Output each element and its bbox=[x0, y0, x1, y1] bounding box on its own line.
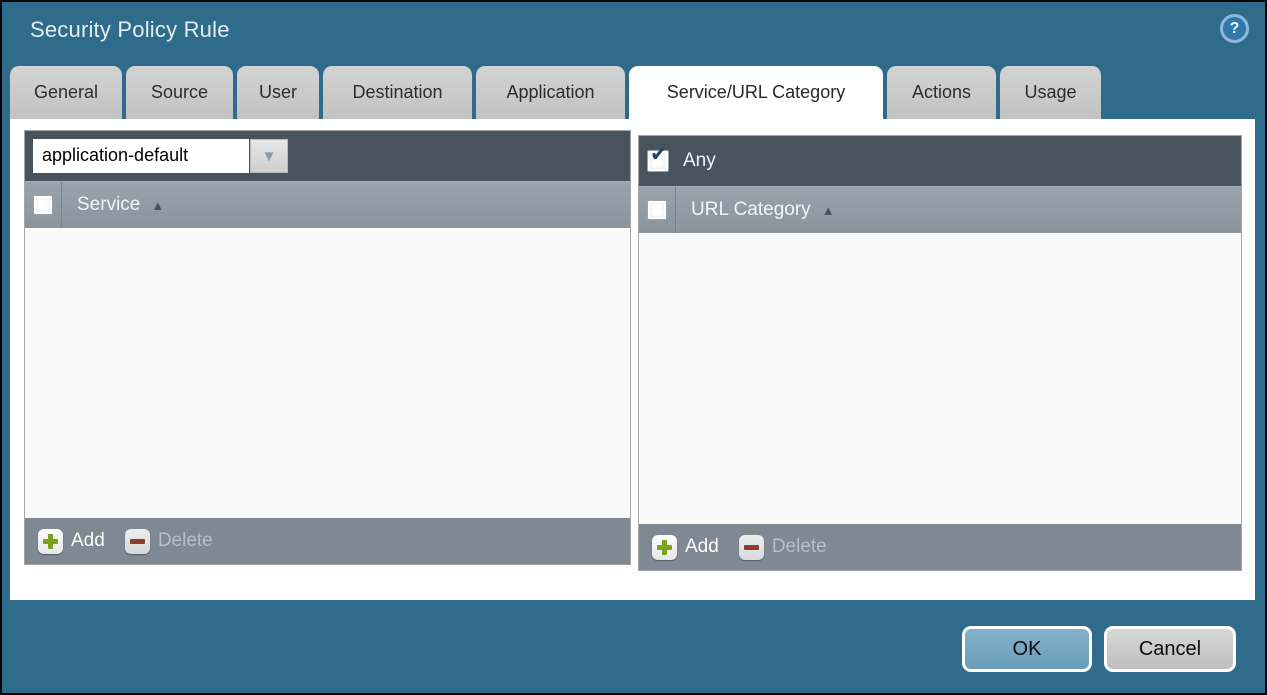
url-category-panel-footer: Add Delete bbox=[639, 524, 1241, 570]
tab-label: Application bbox=[506, 82, 594, 103]
cancel-button[interactable]: Cancel bbox=[1104, 626, 1236, 672]
service-column-label: Service bbox=[77, 194, 140, 216]
service-delete-button[interactable]: Delete bbox=[125, 529, 213, 554]
security-policy-rule-dialog: Security Policy Rule ? General Source Us… bbox=[0, 0, 1267, 695]
add-label: Add bbox=[685, 536, 719, 558]
chevron-down-icon: ▼ bbox=[262, 148, 277, 165]
url-category-select-all-checkbox[interactable] bbox=[647, 200, 667, 220]
service-select-all-cell bbox=[25, 182, 62, 228]
delete-label: Delete bbox=[158, 530, 213, 552]
tab-label: Service/URL Category bbox=[667, 82, 845, 103]
add-label: Add bbox=[71, 530, 105, 552]
checkmark-icon: ✔ bbox=[650, 144, 668, 165]
tab-service-url-category[interactable]: Service/URL Category bbox=[629, 66, 883, 119]
service-panel: application-default ▼ Service ▲ Add bbox=[24, 130, 631, 565]
service-panel-footer: Add Delete bbox=[25, 518, 630, 564]
url-category-add-button[interactable]: Add bbox=[652, 535, 719, 560]
tab-source[interactable]: Source bbox=[126, 66, 233, 119]
plus-icon bbox=[38, 529, 63, 554]
service-type-value[interactable]: application-default bbox=[33, 139, 249, 173]
ok-label: OK bbox=[1013, 638, 1042, 661]
minus-icon bbox=[739, 535, 764, 560]
service-panel-header: application-default ▼ bbox=[25, 131, 630, 181]
url-category-list bbox=[639, 233, 1241, 524]
any-label: Any bbox=[683, 150, 716, 172]
cancel-label: Cancel bbox=[1139, 638, 1201, 661]
tab-user[interactable]: User bbox=[237, 66, 319, 119]
url-category-select-all-cell bbox=[639, 187, 676, 233]
tab-label: General bbox=[34, 82, 98, 103]
tab-content-area: application-default ▼ Service ▲ Add bbox=[10, 119, 1255, 600]
url-category-delete-button[interactable]: Delete bbox=[739, 535, 827, 560]
tab-label: Actions bbox=[912, 82, 971, 103]
sort-ascending-icon: ▲ bbox=[822, 203, 835, 218]
ok-button[interactable]: OK bbox=[962, 626, 1092, 672]
tab-label: User bbox=[259, 82, 297, 103]
tab-general[interactable]: General bbox=[10, 66, 122, 119]
help-icon[interactable]: ? bbox=[1220, 14, 1249, 43]
any-checkbox[interactable]: ✔ bbox=[647, 150, 669, 172]
url-category-column-label: URL Category bbox=[691, 199, 811, 221]
tab-label: Source bbox=[151, 82, 208, 103]
plus-icon bbox=[652, 535, 677, 560]
delete-label: Delete bbox=[772, 536, 827, 558]
tab-bar: General Source User Destination Applicat… bbox=[10, 66, 1101, 119]
sort-ascending-icon: ▲ bbox=[151, 198, 164, 213]
url-category-panel: ✔ Any URL Category ▲ Add Delete bbox=[638, 135, 1242, 571]
tab-application[interactable]: Application bbox=[476, 66, 625, 119]
service-select-all-checkbox[interactable] bbox=[33, 195, 53, 215]
dialog-title: Security Policy Rule bbox=[30, 17, 230, 43]
service-column-header[interactable]: Service ▲ bbox=[25, 181, 630, 228]
url-category-column-header[interactable]: URL Category ▲ bbox=[639, 186, 1241, 233]
tab-destination[interactable]: Destination bbox=[323, 66, 472, 119]
tab-usage[interactable]: Usage bbox=[1000, 66, 1101, 119]
service-type-dropdown[interactable]: application-default ▼ bbox=[33, 139, 288, 173]
tab-label: Usage bbox=[1024, 82, 1076, 103]
tab-label: Destination bbox=[352, 82, 442, 103]
tab-actions[interactable]: Actions bbox=[887, 66, 996, 119]
service-list bbox=[25, 228, 630, 518]
service-add-button[interactable]: Add bbox=[38, 529, 105, 554]
minus-icon bbox=[125, 529, 150, 554]
dropdown-arrow-button[interactable]: ▼ bbox=[250, 139, 288, 173]
question-mark-glyph: ? bbox=[1230, 20, 1240, 38]
url-category-panel-header: ✔ Any bbox=[639, 136, 1241, 186]
